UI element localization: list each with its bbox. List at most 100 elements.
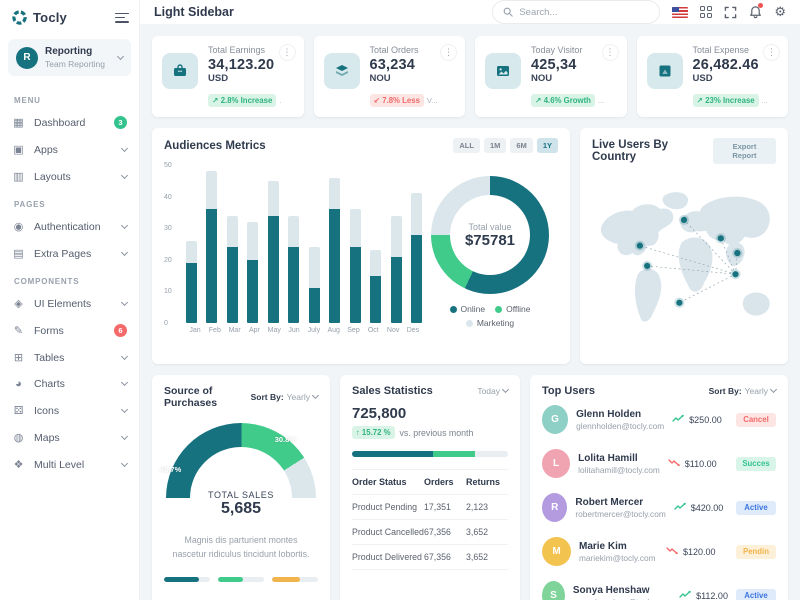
map-marker[interactable]: [718, 235, 724, 241]
kebab-menu-icon[interactable]: ⋮: [440, 44, 457, 61]
sidebar-item-multi-level[interactable]: ❖Multi Level: [0, 451, 139, 478]
range-button-all[interactable]: ALL: [453, 138, 480, 153]
x-axis-label: Jan: [186, 327, 204, 334]
sidebar-item-ui-elements[interactable]: ◈UI Elements: [0, 290, 139, 317]
stat-suffix: ...: [598, 96, 604, 105]
stat-cards-row: Total Earnings34,123.20USD↗ 2.8% Increas…: [152, 36, 788, 117]
mini-progress-bar: [164, 577, 210, 582]
kebab-menu-icon[interactable]: ⋮: [763, 44, 780, 61]
language-flag-icon[interactable]: [672, 7, 688, 18]
map-marker[interactable]: [732, 271, 738, 277]
users-sort-dropdown[interactable]: Sort By: Yearly: [709, 386, 776, 396]
team-subtitle: Team Reporting: [45, 59, 111, 70]
map-marker[interactable]: [734, 250, 740, 256]
search-input[interactable]: [519, 7, 639, 18]
user-amount: $112.00: [679, 590, 728, 600]
stat-unit: NOU: [370, 73, 456, 84]
sidebar-item-maps[interactable]: ◍Maps: [0, 424, 139, 451]
multi-level-icon: ❖: [12, 458, 25, 471]
map-marker[interactable]: [681, 217, 687, 223]
sidebar-item-extra-pages[interactable]: ▤Extra Pages: [0, 240, 139, 267]
donut-center-value: $75781: [465, 232, 515, 249]
source-sort-dropdown[interactable]: Sort By: Yearly: [251, 392, 318, 402]
stat-trend-badge: ↗ 23% Increase: [693, 94, 759, 107]
stat-trend-badge: ↗ 2.8% Increase: [208, 94, 276, 107]
y-axis-label: 20: [164, 257, 172, 264]
export-report-button[interactable]: Export Report: [713, 138, 776, 164]
stat-unit: NOU: [531, 73, 617, 84]
range-button-6m[interactable]: 6M: [510, 138, 532, 153]
user-amount: $110.00: [668, 458, 728, 469]
world-map: [592, 172, 776, 363]
sort-label: Sort By:: [251, 392, 284, 402]
sort-label: Sort By:: [709, 386, 742, 396]
sidebar-item-layouts[interactable]: ▥Layouts: [0, 163, 139, 190]
chevron-down-icon: [121, 406, 128, 413]
sidebar-item-label: Dashboard: [34, 117, 105, 129]
search-box[interactable]: [492, 0, 660, 24]
period-value: Today: [477, 386, 500, 396]
chevron-down-icon: [121, 299, 128, 306]
bar-feb: [206, 171, 217, 323]
sidebar-item-charts[interactable]: ◕Charts: [0, 371, 139, 397]
chevron-down-icon: [312, 392, 319, 399]
bar-sep: [350, 209, 361, 323]
range-button-1m[interactable]: 1M: [484, 138, 506, 153]
audiences-metrics-card: Audiences Metrics ALL1M6M1Y 01020304050 …: [152, 128, 570, 364]
sidebar-item-dashboard[interactable]: ▦Dashboard3: [0, 109, 139, 136]
status-badge: Active: [736, 589, 776, 600]
team-selector[interactable]: R Reporting Team Reporting: [8, 39, 131, 76]
sidebar-item-forms[interactable]: ✎Forms6: [0, 317, 139, 344]
status-badge: Pendin: [736, 545, 776, 559]
notifications-bell-icon[interactable]: [749, 5, 762, 19]
chevron-down-icon: [502, 386, 509, 393]
user-email: glennholden@tocly.com: [576, 421, 664, 432]
sidebar-badge: 6: [114, 324, 127, 337]
sidebar-item-icons[interactable]: ⚄Icons: [0, 397, 139, 424]
trend-down-icon: [666, 546, 679, 557]
range-buttons: ALL 1M 6M 1Y: [453, 138, 558, 153]
bar-may: [268, 181, 279, 323]
sidebar-item-authentication[interactable]: ◉Authentication: [0, 213, 139, 240]
user-row: LLolita Hamilllolitahamill@tocly.com$110…: [542, 441, 776, 485]
total-sales-label: TOTAL SALES: [164, 490, 318, 500]
layers-icon: [324, 53, 360, 89]
content: Total Earnings34,123.20USD↗ 2.8% Increas…: [140, 24, 800, 600]
table-row: Product Cancelled67,3563,652: [352, 520, 508, 545]
status-badge: Active: [736, 501, 776, 515]
main-area: Light Sidebar: [140, 0, 800, 600]
y-axis-label: 30: [164, 225, 172, 232]
sales-period-dropdown[interactable]: Today: [477, 386, 508, 396]
stat-value: 34,123.20: [208, 57, 294, 73]
album-icon: [647, 53, 683, 89]
sales-title: Sales Statistics: [352, 385, 433, 397]
stat-suffix: ...: [762, 96, 768, 105]
legend-item-offline: Offline: [495, 304, 530, 314]
map-marker[interactable]: [637, 243, 643, 249]
user-email: mariekim@tocly.com: [579, 553, 658, 564]
chevron-down-icon: [121, 145, 128, 152]
apps-grid-icon[interactable]: [700, 6, 712, 18]
map-marker[interactable]: [676, 300, 682, 306]
stat-value: 26,482.46: [693, 57, 779, 73]
kebab-menu-icon[interactable]: ⋮: [279, 44, 296, 61]
sidebar-item-tables[interactable]: ⊞Tables: [0, 344, 139, 371]
menu-toggle-icon[interactable]: [115, 10, 129, 25]
settings-gear-icon[interactable]: ⚙: [774, 4, 786, 20]
image-icon: [485, 53, 521, 89]
fullscreen-icon[interactable]: [724, 6, 737, 19]
stat-unit: USD: [208, 73, 294, 84]
range-button-1y[interactable]: 1Y: [537, 138, 558, 153]
app-name: Tocly: [33, 10, 109, 25]
sidebar-item-label: Maps: [34, 432, 113, 444]
authentication-icon: ◉: [12, 220, 25, 233]
legend-item-marketing: Marketing: [466, 318, 514, 328]
layouts-icon: ▥: [12, 170, 25, 183]
nav-section-label: PAGES: [0, 190, 139, 213]
trend-down-icon: [668, 458, 681, 469]
kebab-menu-icon[interactable]: ⋮: [602, 44, 619, 61]
map-marker[interactable]: [644, 263, 650, 269]
legend-dot: [450, 306, 457, 313]
sidebar-item-apps[interactable]: ▣Apps: [0, 136, 139, 163]
user-row: RRobert Mercerrobertmercer@tocly.com$420…: [542, 485, 776, 529]
